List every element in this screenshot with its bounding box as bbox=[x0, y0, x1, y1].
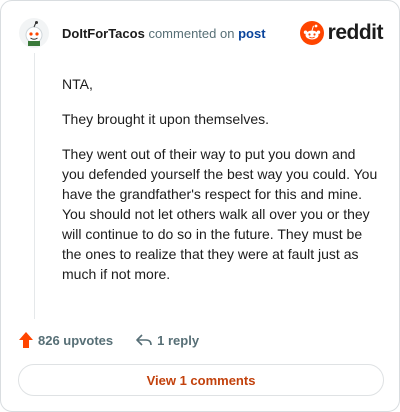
reddit-brand[interactable]: reddit bbox=[299, 21, 384, 45]
comment-actions: 826 upvotes 1 reply bbox=[18, 330, 199, 350]
thread-line bbox=[34, 53, 35, 319]
username-link[interactable]: DoItForTacos bbox=[62, 26, 145, 41]
post-link[interactable]: post bbox=[238, 26, 265, 41]
action-text: commented on bbox=[148, 25, 235, 41]
upvote-count: 826 upvotes bbox=[38, 332, 114, 348]
reddit-wordmark: reddit bbox=[327, 21, 384, 44]
comment-paragraph: They went out of their way to put you do… bbox=[62, 146, 378, 282]
comment-card: DoItForTacos commented on post reddit NT… bbox=[0, 0, 400, 412]
snoo-avatar-icon[interactable] bbox=[19, 18, 49, 48]
reply-button[interactable]: 1 reply bbox=[135, 332, 199, 348]
view-comments-button[interactable]: View 1 comments bbox=[18, 364, 384, 396]
reply-count: 1 reply bbox=[157, 332, 200, 348]
comment-meta: DoItForTacos commented on post bbox=[62, 26, 266, 41]
reddit-logo-icon bbox=[299, 21, 324, 45]
comment-paragraph: They brought it upon themselves. bbox=[62, 111, 270, 127]
comment-header: DoItForTacos commented on post reddit bbox=[19, 15, 384, 51]
reply-arrow-icon bbox=[136, 334, 152, 346]
comment-body: NTA, They brought it upon themselves. Th… bbox=[62, 74, 380, 299]
upvote-arrow-icon bbox=[19, 332, 33, 348]
comment-paragraph: NTA, bbox=[62, 76, 93, 92]
upvote-button[interactable]: 826 upvotes bbox=[18, 331, 113, 349]
